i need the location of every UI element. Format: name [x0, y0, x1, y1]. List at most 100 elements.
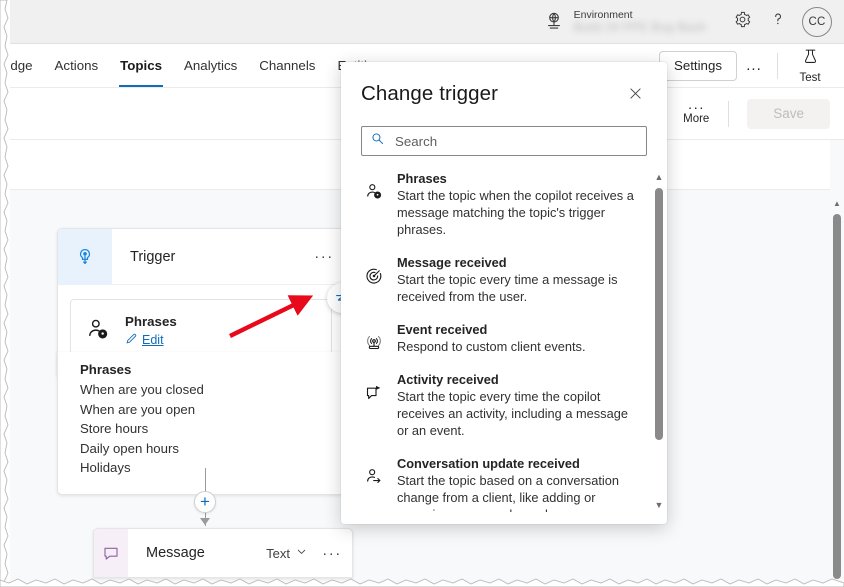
more-dots-icon: ··· [687, 99, 705, 115]
nav-tab-list: ledge Actions Topics Analytics Channels … [0, 44, 392, 87]
settings-gear-button[interactable] [724, 4, 760, 40]
target-icon [363, 254, 385, 286]
dialog-scrollbar-thumb[interactable] [655, 188, 663, 440]
trigger-option-text: Event received Respond to custom client … [397, 321, 637, 355]
page-scrollbar-thumb[interactable] [833, 214, 841, 579]
trigger-option-description: Start the topic based on a conversation … [397, 473, 619, 512]
nav-tab-topics[interactable]: Topics [109, 44, 173, 87]
list-item: Holidays [80, 460, 131, 475]
trigger-node-title: Trigger [130, 248, 176, 265]
message-bubble-icon [94, 529, 128, 577]
scroll-down-arrow[interactable]: ▼ [651, 498, 667, 512]
trigger-option-activity-received[interactable]: Activity received Start the topic every … [363, 371, 651, 439]
trigger-option-description: Start the topic every time a message is … [397, 272, 618, 304]
message-node-menu-dots: ··· [322, 544, 342, 562]
top-header-bar: Environment Build 24 PPE Bug Bash CC [8, 0, 844, 44]
list-item: When are you closed [80, 382, 204, 397]
trigger-option-message-received[interactable]: Message received Start the topic every t… [363, 254, 651, 305]
environment-selector[interactable]: Environment Build 24 PPE Bug Bash [544, 9, 706, 35]
search-icon [370, 131, 385, 151]
avatar-initials: CC [808, 15, 826, 28]
trigger-node-menu-button[interactable]: ··· [304, 248, 344, 265]
trigger-option-name: Conversation update received [397, 456, 580, 471]
trigger-option-text: Conversation update received Start the t… [397, 455, 637, 512]
nav-tab-channels[interactable]: Channels [248, 44, 326, 87]
trigger-option-name: Activity received [397, 372, 499, 387]
trigger-option-text: Activity received Start the topic every … [397, 371, 637, 439]
message-node[interactable]: Message Text ··· [93, 528, 353, 578]
chevron-down-icon [295, 545, 308, 561]
trigger-option-conversation-update-received[interactable]: Conversation update received Start the t… [363, 455, 651, 512]
nav-divider [777, 52, 778, 79]
trigger-option-description: Respond to custom client events. [397, 339, 586, 354]
avatar[interactable]: CC [802, 6, 832, 37]
gear-icon [733, 10, 752, 34]
nav-tab-analytics[interactable]: Analytics [173, 44, 248, 87]
trigger-bulb-icon [58, 228, 112, 285]
trigger-phrases-edit-link[interactable]: Edit [125, 332, 177, 348]
help-button[interactable] [760, 4, 796, 40]
nav-tab-knowledge[interactable]: ledge [0, 44, 44, 87]
nav-tab-label: Channels [259, 58, 316, 73]
environment-label: Environment [573, 8, 633, 21]
nav-tab-label: ledge [0, 58, 33, 73]
conversation-update-icon [363, 455, 385, 487]
antenna-icon [363, 321, 385, 353]
trigger-option-description: Start the topic when the copilot receive… [397, 188, 634, 237]
list-item: Daily open hours [80, 440, 179, 456]
pencil-icon [125, 332, 138, 348]
scroll-up-arrow[interactable]: ▲ [830, 196, 844, 210]
trigger-option-text: Phrases Start the topic when the copilot… [397, 170, 637, 238]
list-item: When are you open [80, 401, 196, 417]
more-button[interactable]: ··· More [670, 99, 722, 125]
edit-label: Edit [142, 332, 164, 347]
page-scrollbar[interactable]: ▲ [830, 140, 844, 587]
add-node-button[interactable]: + [194, 491, 216, 513]
trigger-node-menu-dots: ··· [314, 248, 334, 265]
trigger-phrases-title: Phrases [125, 313, 177, 329]
more-button-label: More [683, 113, 710, 125]
close-button[interactable] [621, 82, 649, 110]
connector-arrowhead [200, 518, 210, 525]
message-type-dropdown[interactable]: Text [266, 545, 312, 561]
message-node-menu-button[interactable]: ··· [312, 545, 352, 562]
nav-tab-label: Topics [120, 58, 163, 73]
person-chat-icon [363, 170, 385, 202]
environment-value: Build 24 PPE Bug Bash [573, 19, 706, 34]
trigger-option-phrases[interactable]: Phrases Start the topic when the copilot… [363, 170, 651, 238]
test-button[interactable]: Test [784, 47, 836, 84]
phrases-list-heading: Phrases [80, 362, 132, 377]
help-question-icon [768, 9, 788, 34]
globe-icon [544, 10, 564, 32]
dialog-header: Change trigger [341, 62, 667, 110]
nav-overflow-button[interactable]: ... [737, 51, 771, 81]
test-flask-icon [801, 47, 820, 71]
settings-button-label: Settings [673, 58, 722, 73]
nav-tab-label: Actions [54, 58, 99, 73]
nav-overflow-dots: ... [746, 57, 762, 74]
toolbar-divider [728, 100, 730, 127]
scroll-up-arrow[interactable]: ▲ [651, 170, 667, 184]
trigger-phrases-text: Phrases Edit [111, 313, 177, 348]
nav-right-actions: Settings ... Test [658, 44, 844, 87]
trigger-option-name: Message received [397, 255, 507, 270]
activity-bubble-icon [363, 371, 385, 403]
trigger-option-description: Start the topic every time the copilot r… [397, 389, 628, 438]
trigger-options-list[interactable]: Phrases Start the topic when the copilot… [341, 170, 651, 512]
test-button-label: Test [799, 72, 821, 84]
search-input[interactable] [393, 132, 638, 150]
trigger-option-event-received[interactable]: Event received Respond to custom client … [363, 321, 651, 355]
nav-tab-actions[interactable]: Actions [44, 44, 110, 87]
save-button-label: Save [773, 106, 804, 121]
search-box[interactable] [361, 126, 647, 156]
save-button[interactable]: Save [747, 98, 830, 129]
person-chat-icon [85, 317, 111, 343]
message-node-title: Message [146, 545, 205, 561]
close-icon [627, 85, 644, 107]
trigger-options-list-wrapper: Phrases Start the topic when the copilot… [341, 170, 667, 512]
change-trigger-dialog[interactable]: Change trigger Search Phrases Start the … [341, 62, 667, 524]
nav-tab-label: Analytics [184, 58, 238, 73]
settings-button[interactable]: Settings [658, 50, 737, 81]
dialog-list-scrollbar[interactable]: ▲ ▼ [651, 170, 667, 512]
list-item: Store hours [80, 421, 149, 436]
